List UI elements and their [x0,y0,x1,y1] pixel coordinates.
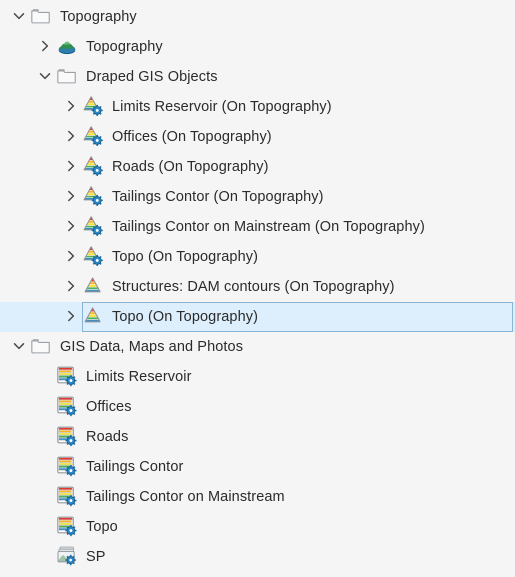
tree-row[interactable]: Topo (On Topography) [0,242,515,272]
tree-row-label: Limits Reservoir (On Topography) [112,99,332,115]
folder-icon [56,65,80,89]
tree-row[interactable]: Topo [0,512,515,542]
tree-row-label: Draped GIS Objects [86,69,218,85]
indent-spacer [0,77,34,78]
tree-row[interactable]: Tailings Contor [0,452,515,482]
tree-row[interactable]: Roads [0,422,515,452]
tree-row[interactable]: Topo (On Topography) [0,302,515,332]
indent-spacer [0,497,34,498]
tree-row-label: Topography [86,39,163,55]
chevron-placeholder [34,512,56,542]
tree-row[interactable]: Tailings Contor (On Topography) [0,182,515,212]
indent-spacer [0,437,34,438]
tree-row-label: Topo [86,519,118,535]
tree-row[interactable]: Limits Reservoir (On Topography) [0,92,515,122]
tree-row[interactable]: GIS Data, Maps and Photos [0,332,515,362]
tree-row-label: Structures: DAM contours (On Topography) [112,279,395,295]
tree-row-label: Tailings Contor on Mainstream (On Topogr… [112,219,425,235]
tree-row-label: Tailings Contor [86,459,184,475]
indent-spacer [0,197,60,198]
indent-spacer [0,287,60,288]
indent-spacer [0,227,60,228]
tree-row-label: Tailings Contor on Mainstream [86,489,285,505]
tree-row-label: Limits Reservoir [86,369,192,385]
tree-row-label: Tailings Contor (On Topography) [112,189,324,205]
topography-tree-panel: Topography Topography Draped GIS Objects Li… [0,0,515,577]
chevron-right-icon[interactable] [60,302,82,332]
photo-stack-icon [56,545,80,569]
indent-spacer [0,527,34,528]
tree-row-label: Topography [60,9,137,25]
contour-gear-icon [82,185,106,209]
chevron-right-icon[interactable] [60,182,82,212]
contour-icon [82,275,106,299]
chevron-down-icon[interactable] [34,62,56,92]
tree-row-label: Topo (On Topography) [112,249,259,265]
layers-gear-icon [56,395,80,419]
indent-spacer [0,467,34,468]
layers-gear-icon [56,365,80,389]
terrain-icon [56,35,80,59]
chevron-down-icon[interactable] [8,332,30,362]
chevron-placeholder [34,362,56,392]
tree-row-label: Roads [86,429,129,445]
indent-spacer [0,17,8,18]
tree-row[interactable]: Offices [0,392,515,422]
tree-row-label: SP [86,549,106,565]
chevron-right-icon[interactable] [34,32,56,62]
contour-icon [82,305,106,329]
layers-gear-icon [56,455,80,479]
chevron-placeholder [34,542,56,572]
tree-row[interactable]: Topography [0,2,515,32]
indent-spacer [0,107,60,108]
tree-row[interactable]: Offices (On Topography) [0,122,515,152]
chevron-down-icon[interactable] [8,2,30,32]
tree-row-label: Roads (On Topography) [112,159,269,175]
tree-row[interactable]: Topography [0,32,515,62]
indent-spacer [0,377,34,378]
chevron-right-icon[interactable] [60,152,82,182]
chevron-right-icon[interactable] [60,92,82,122]
tree-row[interactable]: Tailings Contor on Mainstream (On Topogr… [0,212,515,242]
tree-row[interactable]: SP [0,542,515,572]
chevron-placeholder [34,422,56,452]
chevron-right-icon[interactable] [60,212,82,242]
chevron-right-icon[interactable] [60,122,82,152]
indent-spacer [0,137,60,138]
tree-row[interactable]: Structures: DAM contours (On Topography) [0,272,515,302]
chevron-placeholder [34,482,56,512]
layers-gear-icon [56,425,80,449]
contour-gear-icon [82,125,106,149]
contour-gear-icon [82,95,106,119]
indent-spacer [0,557,34,558]
indent-spacer [0,317,60,318]
indent-spacer [0,257,60,258]
indent-spacer [0,47,34,48]
layers-gear-icon [56,515,80,539]
tree-row-label: Offices [86,399,132,415]
tree-row[interactable]: Draped GIS Objects [0,62,515,92]
tree-row[interactable]: Roads (On Topography) [0,152,515,182]
tree-row-label: Topo (On Topography) [112,309,259,325]
indent-spacer [0,347,8,348]
contour-gear-icon [82,155,106,179]
chevron-placeholder [34,452,56,482]
tree-row[interactable]: Limits Reservoir [0,362,515,392]
tree-row[interactable]: Tailings Contor on Mainstream [0,482,515,512]
tree-row-label: Offices (On Topography) [112,129,272,145]
chevron-right-icon[interactable] [60,272,82,302]
chevron-right-icon[interactable] [60,242,82,272]
layers-gear-icon [56,485,80,509]
contour-gear-icon [82,245,106,269]
folder-icon [30,5,54,29]
indent-spacer [0,407,34,408]
tree-row-label: GIS Data, Maps and Photos [60,339,244,355]
indent-spacer [0,167,60,168]
folder-icon [30,335,54,359]
contour-gear-icon [82,215,106,239]
chevron-placeholder [34,392,56,422]
